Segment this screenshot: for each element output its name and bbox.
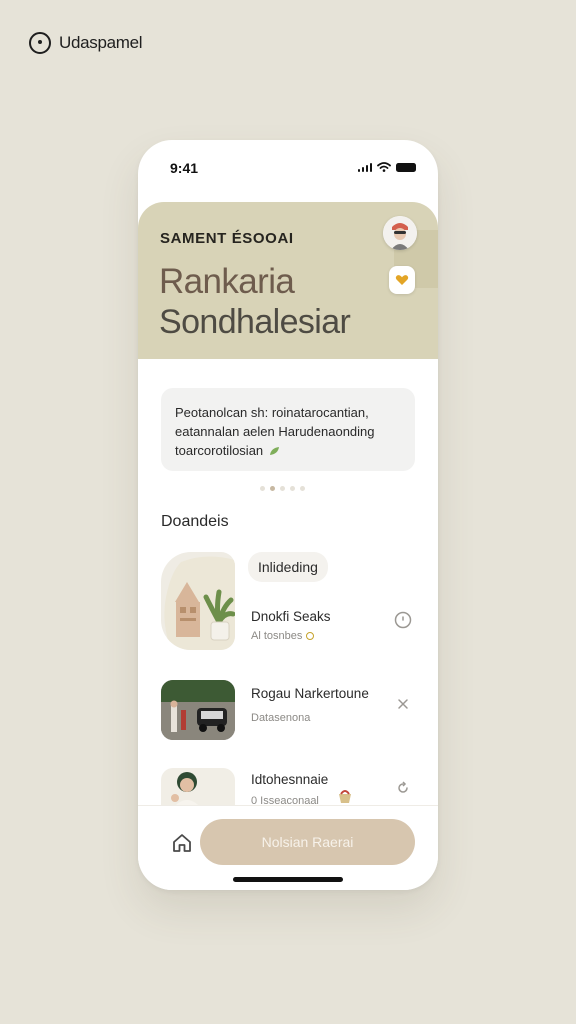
hero-title-line1: Rankaria	[159, 262, 295, 301]
heart-icon	[395, 275, 409, 285]
item-thumbnail	[161, 552, 235, 650]
close-icon[interactable]	[393, 694, 413, 714]
item-subtitle-text: Datasenona	[251, 712, 311, 724]
home-button[interactable]	[171, 832, 193, 854]
item-subtitle: Al tosnbes	[251, 630, 315, 642]
avatar-icon	[383, 216, 417, 250]
info-card: Peotanolcan sh: roinatarocantian, eatann…	[161, 388, 415, 471]
refresh-icon[interactable]	[393, 778, 413, 798]
basket-icon	[339, 790, 351, 803]
info-circle-icon[interactable]	[393, 610, 413, 630]
item-subtitle: Datasenona	[251, 712, 310, 724]
home-indicator	[233, 877, 343, 882]
item-title: Rogau Narkertoune	[251, 686, 369, 701]
info-line-3: toarcorotilosian	[175, 443, 264, 458]
carousel-dots	[260, 486, 305, 491]
phone-frame: 9:41 SAMENT ÉSOOAI Rankaria Sondhalesiar	[138, 140, 438, 890]
item-tag: Inlideding	[248, 552, 328, 582]
status-dot-icon	[306, 632, 315, 640]
leaf-icon	[269, 447, 279, 455]
item-title: Dnokfi Seaks	[251, 609, 331, 624]
brand-logo-icon	[29, 32, 51, 54]
bottom-bar: Nolsian Raerai	[138, 805, 438, 890]
home-icon	[173, 834, 191, 852]
list-item[interactable]: Rogau Narkertoune Datasenona	[161, 680, 421, 742]
wifi-icon	[377, 162, 391, 172]
carousel-dot[interactable]	[300, 486, 305, 491]
profile-avatar[interactable]	[383, 216, 417, 250]
carousel-dot[interactable]	[260, 486, 265, 491]
brand-name: Udaspamel	[59, 33, 143, 52]
person-photo	[161, 768, 235, 808]
hero-banner: SAMENT ÉSOOAI Rankaria Sondhalesiar	[138, 202, 438, 359]
signal-icon	[357, 162, 372, 172]
primary-cta-button[interactable]: Nolsian Raerai	[200, 819, 415, 865]
item-thumbnail	[161, 768, 235, 808]
item-title: Idtohesnnaie	[251, 772, 329, 787]
brand-header: Udaspamel	[29, 32, 143, 54]
status-bar: 9:41	[138, 140, 438, 200]
carousel-dot[interactable]	[290, 486, 295, 491]
street-photo	[161, 680, 235, 740]
status-icons	[357, 162, 416, 172]
battery-icon	[396, 162, 416, 172]
carousel-dot[interactable]	[280, 486, 285, 491]
plant-illustration	[164, 556, 235, 650]
hero-title-line2: Sondhalesiar	[159, 303, 351, 341]
carousel-dot-active[interactable]	[270, 486, 275, 491]
info-line-2: eatannalan aelen Harudenaonding	[175, 424, 375, 439]
list-item[interactable]: Idtohesnnaie 0 Isseaconaal	[161, 768, 421, 808]
status-time: 9:41	[170, 160, 199, 176]
hero-eyebrow: SAMENT ÉSOOAI	[160, 230, 294, 247]
item-subtitle-text: Al tosnbes	[251, 630, 303, 642]
section-title: Doandeis	[161, 513, 229, 530]
info-line-1: Peotanolcan sh: roinatarocantian,	[175, 405, 369, 420]
list-item[interactable]: Inlideding Dnokfi Seaks Al tosnbes	[161, 552, 421, 652]
item-thumbnail	[161, 680, 235, 740]
favorite-button[interactable]	[389, 266, 415, 294]
